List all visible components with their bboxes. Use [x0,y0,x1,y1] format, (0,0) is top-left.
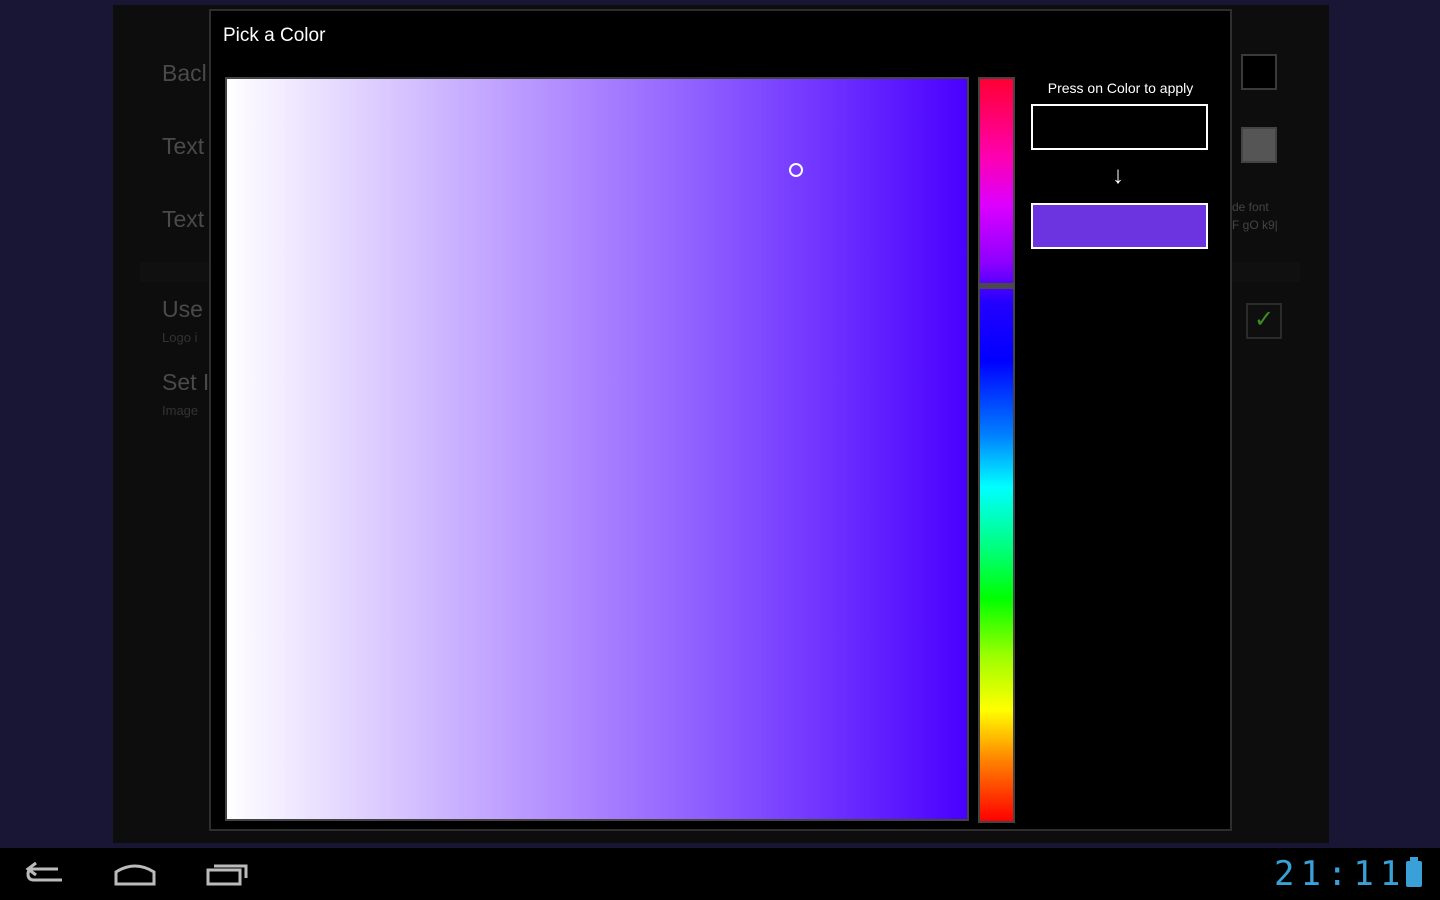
setting-set-image-label: Set I [162,369,210,395]
setting-background-label: Bacl [162,60,207,86]
battery-icon[interactable] [1406,857,1422,887]
apply-color-button[interactable] [1031,203,1208,249]
navigation-bar: 21:11 [0,848,1440,900]
setting-text-color-label: Text [162,133,205,159]
home-icon[interactable] [110,858,160,890]
setting-text-font-label: Text [162,206,205,232]
previous-color-swatch[interactable] [1031,104,1208,150]
text-color-swatch[interactable] [1241,127,1277,163]
saturation-value-picker[interactable] [225,77,969,821]
checkmark-icon: ✓ [1253,306,1275,333]
dialog-title: Pick a Color [223,25,326,46]
background-color-swatch[interactable] [1241,54,1277,90]
clock[interactable]: 21:11 [1274,854,1406,894]
arrow-down-icon: ↓ [1112,162,1124,189]
recent-apps-icon[interactable] [202,858,252,890]
setting-use-logo-summary: Logo i [162,330,198,345]
apply-instruction: Press on Color to apply [1047,80,1194,96]
font-preview-line-1: de font [1232,200,1269,214]
use-logo-checkbox[interactable]: ✓ [1246,303,1282,339]
back-icon[interactable] [22,858,72,890]
font-preview-line-2: F gO k9| [1232,218,1278,232]
hue-slider-handle[interactable] [978,283,1015,289]
setting-set-image-summary: Image [162,403,199,418]
picker-cursor[interactable] [789,163,803,177]
hue-slider[interactable] [978,77,1015,823]
setting-use-logo-label: Use [162,296,203,322]
color-picker-dialog: Pick a Color Press on Color to apply ↓ [209,9,1232,831]
